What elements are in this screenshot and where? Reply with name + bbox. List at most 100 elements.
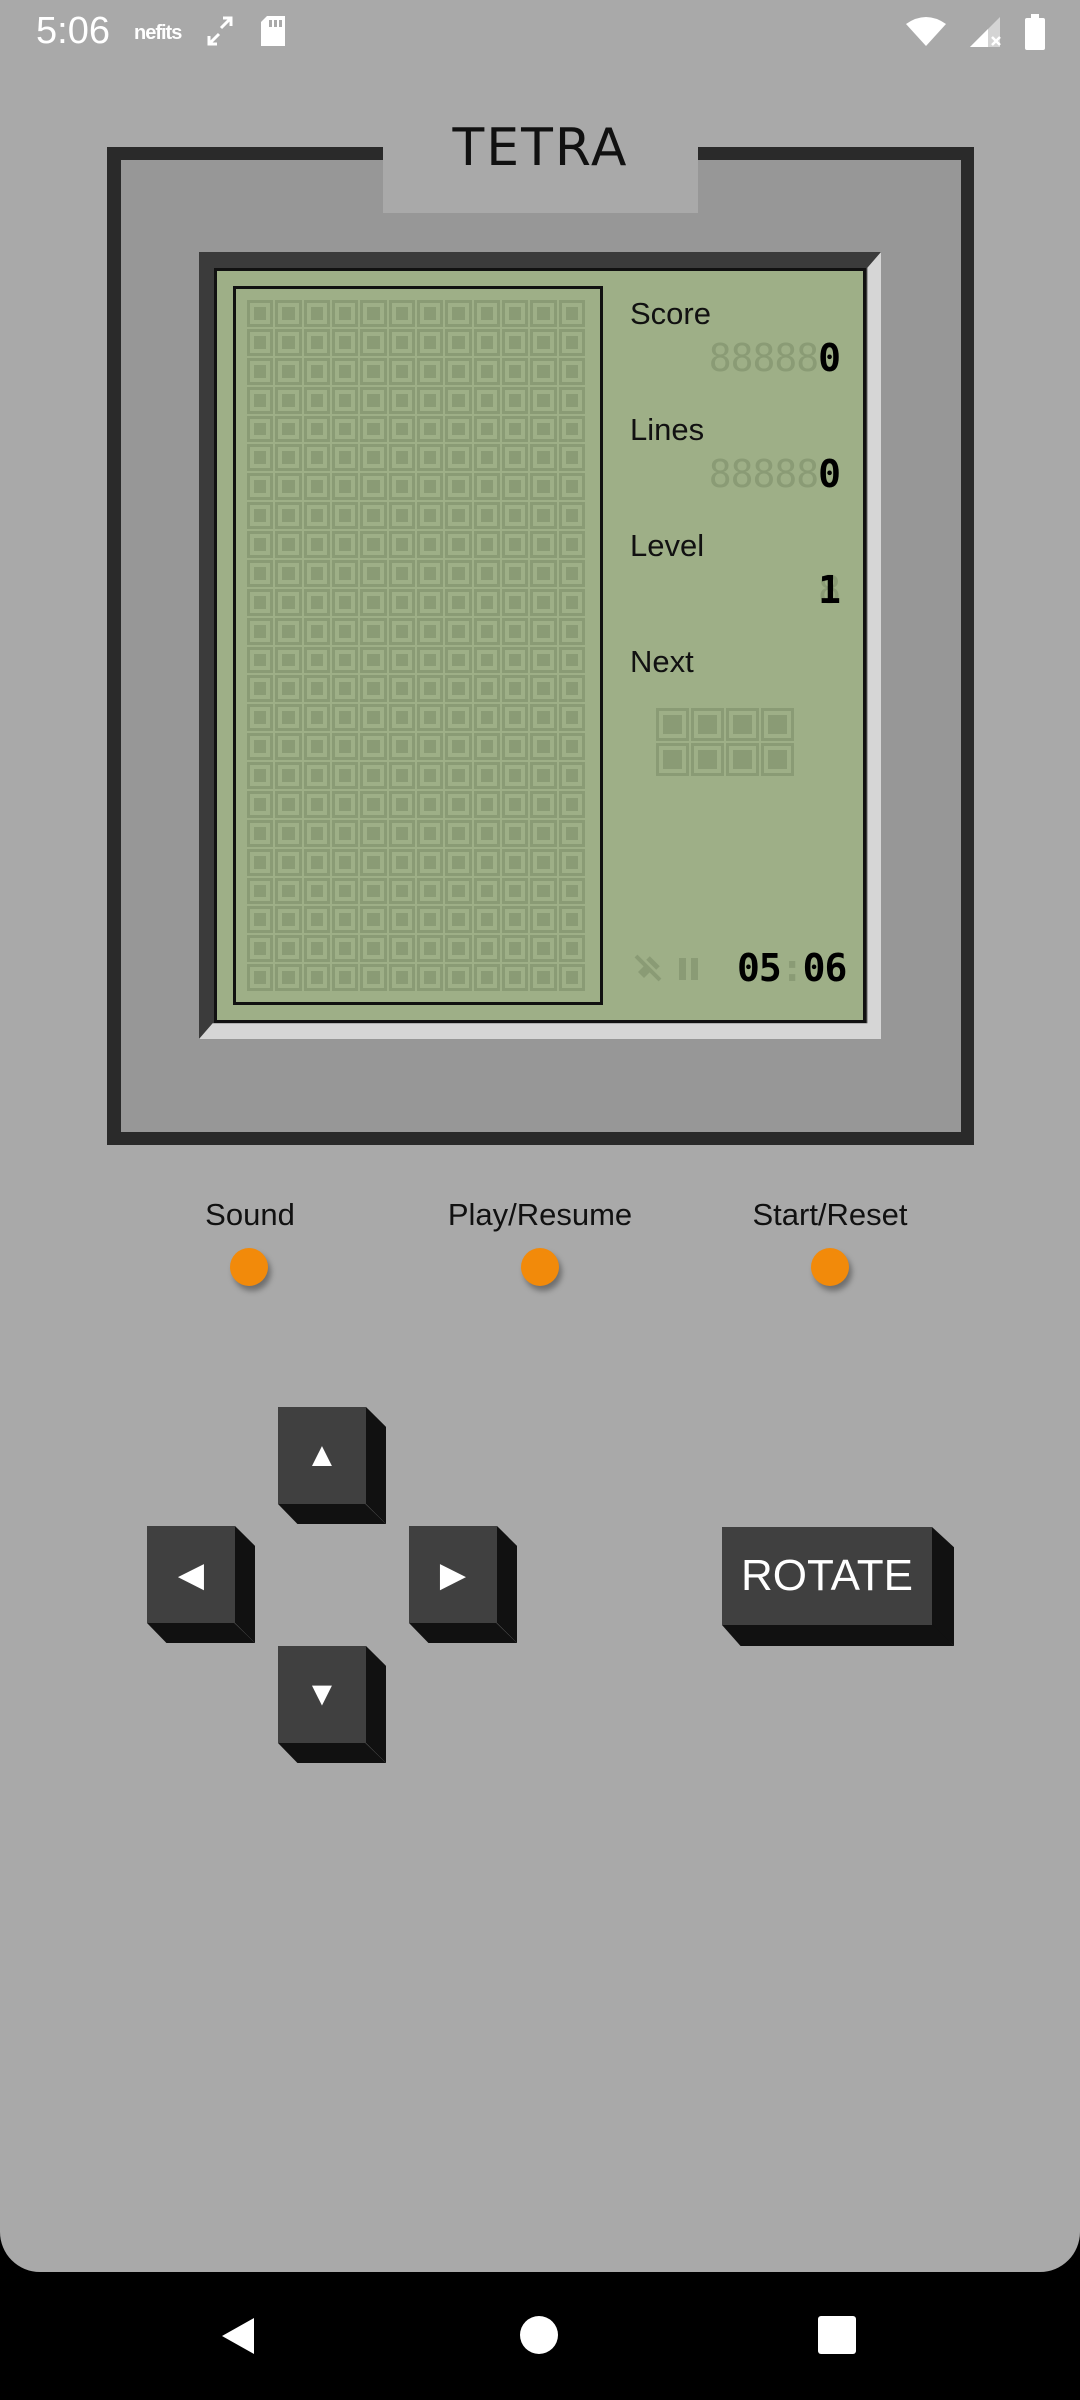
pause-icon xyxy=(677,956,701,987)
board-cell xyxy=(360,444,387,472)
sound-button[interactable] xyxy=(230,1248,268,1286)
board-cell xyxy=(303,790,330,818)
board-cell xyxy=(558,559,585,587)
board-cell xyxy=(332,964,359,991)
board-cell xyxy=(303,300,330,327)
board-cell xyxy=(332,444,359,472)
wifi-icon xyxy=(906,16,946,53)
board-cell xyxy=(530,675,557,703)
board-cell xyxy=(388,531,415,558)
board-cell xyxy=(360,588,387,616)
board-cell xyxy=(332,733,359,760)
board-cell xyxy=(558,762,585,789)
play-resume-button[interactable] xyxy=(521,1248,559,1286)
board-cell xyxy=(473,675,500,703)
rotate-button[interactable]: ROTATE xyxy=(722,1527,954,1646)
board-cell xyxy=(360,819,387,847)
board-cell xyxy=(502,704,529,732)
board-cell xyxy=(473,328,500,356)
board-cell xyxy=(558,300,585,327)
board-cell xyxy=(360,964,387,991)
board-cell xyxy=(247,473,274,501)
board-cell xyxy=(360,502,387,529)
start-reset-label: Start/Reset xyxy=(752,1197,908,1232)
board-cell xyxy=(360,848,387,876)
next-cell xyxy=(761,708,794,741)
home-icon[interactable] xyxy=(520,2316,558,2354)
board-cell xyxy=(275,906,302,934)
clock-minutes: 06 xyxy=(802,946,848,990)
start-reset-button[interactable] xyxy=(811,1248,849,1286)
left-key-shadow-right xyxy=(235,1526,255,1643)
board-cell xyxy=(247,502,274,529)
board-cell xyxy=(473,646,500,674)
board-cell xyxy=(558,531,585,558)
board-cell xyxy=(360,733,387,760)
left-button[interactable]: ◀ xyxy=(147,1526,255,1643)
board-cell xyxy=(360,531,387,558)
board-cell xyxy=(445,733,472,760)
board-cell xyxy=(530,444,557,472)
board-cell xyxy=(530,646,557,674)
board-cell xyxy=(473,790,500,818)
back-icon[interactable] xyxy=(218,2316,258,2361)
up-button[interactable]: ▲ xyxy=(278,1407,386,1524)
board-cell xyxy=(530,473,557,501)
sound-label: Sound xyxy=(205,1197,295,1232)
board-cell xyxy=(502,790,529,818)
board-cell xyxy=(417,675,444,703)
signal-icon xyxy=(968,15,1002,54)
clock-hours: 05 xyxy=(737,946,782,990)
board-cell xyxy=(332,531,359,558)
right-button[interactable]: ▶ xyxy=(409,1526,517,1643)
down-arrow-icon: ▼ xyxy=(305,1675,339,1713)
board-cell xyxy=(275,415,302,443)
board-cell xyxy=(360,762,387,789)
board-cell xyxy=(473,444,500,472)
board-cell xyxy=(417,877,444,905)
board-cell xyxy=(417,762,444,789)
next-cell xyxy=(656,743,689,776)
board-cell xyxy=(388,617,415,645)
board-cell xyxy=(303,415,330,443)
recents-icon[interactable] xyxy=(818,2316,856,2354)
board-cell xyxy=(445,531,472,558)
down-button[interactable]: ▼ xyxy=(278,1646,386,1763)
board-cell xyxy=(502,328,529,356)
lines-ghost-digits: 88888 xyxy=(708,452,819,496)
board-cell xyxy=(247,300,274,327)
board-cell xyxy=(445,819,472,847)
board-cell xyxy=(502,646,529,674)
board-cell xyxy=(332,415,359,443)
board-cell xyxy=(303,646,330,674)
board-cell xyxy=(360,877,387,905)
board-cell xyxy=(558,473,585,501)
board-cell xyxy=(388,790,415,818)
board-cell xyxy=(530,617,557,645)
board-cell xyxy=(275,300,302,327)
board-cell xyxy=(473,704,500,732)
board-cell xyxy=(360,790,387,818)
board-cell xyxy=(530,790,557,818)
board-cell xyxy=(558,646,585,674)
board-cell xyxy=(417,617,444,645)
board-cell xyxy=(247,819,274,847)
app-screen: 5:06 nefits TETRA Score 888880 Lines 888… xyxy=(0,0,1080,2272)
board-cell xyxy=(275,704,302,732)
board-cell xyxy=(417,531,444,558)
board-cell xyxy=(303,357,330,385)
board-cell xyxy=(558,848,585,876)
board-cell xyxy=(502,357,529,385)
board-cell xyxy=(530,300,557,327)
board-cell xyxy=(558,935,585,963)
board-cell xyxy=(247,848,274,876)
board-cell xyxy=(530,357,557,385)
board-cell xyxy=(275,386,302,414)
board-cell xyxy=(332,704,359,732)
board-grid xyxy=(246,299,586,992)
board-cell xyxy=(502,559,529,587)
board-cell xyxy=(417,386,444,414)
board-cell xyxy=(417,300,444,327)
board-cell xyxy=(445,300,472,327)
board-cell xyxy=(247,357,274,385)
